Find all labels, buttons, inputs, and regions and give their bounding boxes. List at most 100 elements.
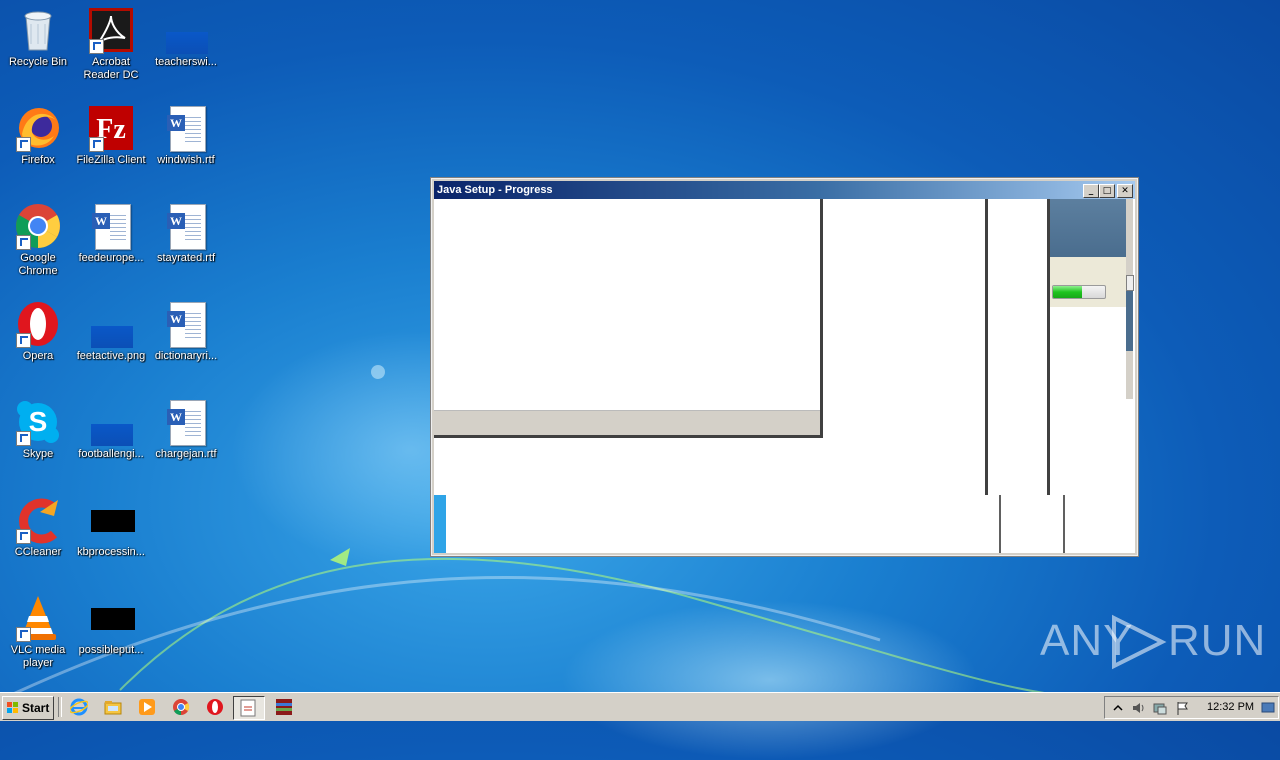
- desktop-icon-firefox[interactable]: Firefox: [0, 104, 76, 167]
- desktop-icon-label: feedeurope...: [78, 252, 144, 264]
- ccleaner-icon: [14, 496, 62, 544]
- desktop-icon-ccleaner[interactable]: CCleaner: [0, 496, 76, 559]
- desktop-icon-label: teacherswi...: [155, 56, 217, 68]
- desktop-icon-label: Skype: [22, 448, 54, 460]
- shortcut-arrow-icon: [16, 529, 31, 544]
- desktop-icon-label: CCleaner: [14, 546, 62, 558]
- taskbar-item-java-setup[interactable]: [233, 696, 265, 720]
- taskbar: Start 12:32 PM: [0, 692, 1280, 721]
- word-doc-icon: W: [162, 104, 210, 152]
- desktop-icon-teacherswi[interactable]: teacherswi...: [148, 6, 224, 69]
- skype-icon: S: [14, 398, 62, 446]
- word-doc-icon: W: [162, 300, 210, 348]
- panel-divider: [999, 495, 1001, 553]
- taskbar-separator: [58, 697, 62, 717]
- java-setup-window[interactable]: Java Setup - Progress _ □ ✕: [431, 178, 1138, 556]
- desktop-icon-dictionaryri[interactable]: W dictionaryri...: [148, 300, 224, 363]
- desktop-icon-label: dictionaryri...: [154, 350, 218, 362]
- desktop-icon-label: windwish.rtf: [157, 154, 215, 166]
- desktop-icon-label: possibleput...: [78, 644, 144, 656]
- shortcut-arrow-icon: [16, 627, 31, 642]
- show-desktop-icon[interactable]: [1261, 700, 1275, 714]
- desktop-icon-footballengi[interactable]: footballengi...: [73, 398, 149, 461]
- shortcut-arrow-icon: [16, 431, 31, 446]
- close-button[interactable]: ✕: [1117, 184, 1133, 198]
- install-progress-bar: [1052, 285, 1106, 299]
- window-titlebar[interactable]: Java Setup - Progress _ □ ✕: [434, 181, 1135, 199]
- windows-logo-icon: [7, 702, 19, 714]
- shortcut-arrow-icon: [89, 39, 104, 54]
- black-file-icon: [87, 496, 135, 544]
- play-logo-icon: [1112, 614, 1167, 670]
- chrome-icon: [14, 202, 62, 250]
- desktop-icon-skype[interactable]: S Skype: [0, 398, 76, 461]
- show-hidden-icons-icon[interactable]: [1111, 701, 1125, 715]
- accent-bar: [434, 495, 446, 553]
- banner-panel: [1050, 199, 1126, 257]
- desktop-icon-windwish[interactable]: W windwish.rtf: [148, 104, 224, 167]
- svg-text:S: S: [29, 406, 48, 437]
- start-label: Start: [22, 701, 50, 715]
- desktop-icon-vlc[interactable]: VLC media player: [0, 594, 76, 670]
- start-button[interactable]: Start: [2, 696, 54, 720]
- panel-divider: [1063, 495, 1065, 553]
- desktop-icon-kbprocessin[interactable]: kbprocessin...: [73, 496, 149, 559]
- scroll-arrow-icon[interactable]: [1126, 275, 1134, 291]
- desktop-icon-label: Google Chrome: [18, 252, 58, 277]
- word-doc-icon: W: [162, 202, 210, 250]
- desktop-icon-opera[interactable]: Opera: [0, 300, 76, 363]
- image-file-icon: [87, 300, 135, 348]
- desktop-icon-recycle-bin[interactable]: Recycle Bin: [0, 6, 76, 69]
- window-title: Java Setup - Progress: [437, 184, 553, 196]
- filezilla-icon: Fz: [87, 104, 135, 152]
- desktop-icon-acrobat[interactable]: Acrobat Reader DC: [73, 6, 149, 82]
- explorer-icon[interactable]: [104, 698, 122, 716]
- desktop-icon-stayrated[interactable]: W stayrated.rtf: [148, 202, 224, 265]
- vertical-scrollbar[interactable]: [1126, 199, 1134, 399]
- desktop-icon-feetactive[interactable]: feetactive.png: [73, 300, 149, 363]
- anyrun-watermark: ANY RUN: [1040, 612, 1265, 672]
- java-setup-icon: [240, 699, 256, 717]
- desktop-icon-label: stayrated.rtf: [156, 252, 216, 264]
- panel-divider: [985, 199, 988, 495]
- clock[interactable]: 12:32 PM: [1207, 701, 1254, 713]
- chrome-icon[interactable]: [172, 698, 190, 716]
- desktop-icon-label: Acrobat Reader DC: [83, 56, 139, 81]
- shortcut-arrow-icon: [16, 235, 31, 250]
- volume-icon[interactable]: [1131, 701, 1145, 715]
- recycle-bin-icon: [14, 6, 62, 54]
- maximize-button[interactable]: □: [1099, 184, 1115, 198]
- shortcut-arrow-icon: [16, 333, 31, 348]
- ie-icon[interactable]: [69, 698, 89, 716]
- desktop-icon-label: kbprocessin...: [77, 546, 145, 558]
- media-player-icon[interactable]: [138, 698, 156, 716]
- desktop-icon-label: chargejan.rtf: [155, 448, 217, 460]
- desktop-icon-filezilla[interactable]: Fz FileZilla Client: [73, 104, 149, 167]
- window-content: [434, 199, 1135, 553]
- system-tray: 12:32 PM: [1104, 696, 1279, 719]
- vlc-icon: [14, 594, 62, 642]
- desktop-icon-google-chrome[interactable]: Google Chrome: [0, 202, 76, 278]
- desktop-icon-label: feetactive.png: [76, 350, 146, 362]
- image-file-icon: [87, 398, 135, 446]
- shortcut-arrow-icon: [16, 137, 31, 152]
- shortcut-arrow-icon: [89, 137, 104, 152]
- image-file-icon: [162, 6, 210, 54]
- taskbar-item-winrar[interactable]: [274, 697, 294, 717]
- desktop-icon-label: Opera: [22, 350, 54, 362]
- desktop-icon-possibleput[interactable]: possibleput...: [73, 594, 149, 657]
- network-icon[interactable]: [1153, 701, 1167, 715]
- opera-icon[interactable]: [206, 698, 224, 716]
- desktop-icon-feedeurope[interactable]: W feedeurope...: [73, 202, 149, 265]
- watermark-right-text: RUN: [1168, 616, 1267, 665]
- bottom-panel: [434, 495, 1135, 553]
- setup-content-panel: [434, 199, 823, 438]
- acrobat-icon: [87, 6, 135, 54]
- panel-footer-strip: [434, 410, 820, 435]
- black-file-icon: [87, 594, 135, 642]
- minimize-button[interactable]: _: [1083, 184, 1099, 198]
- word-doc-icon: W: [162, 398, 210, 446]
- desktop-icon-label: VLC media player: [10, 644, 66, 669]
- desktop-icon-chargejan[interactable]: W chargejan.rtf: [148, 398, 224, 461]
- action-center-flag-icon[interactable]: [1175, 701, 1189, 715]
